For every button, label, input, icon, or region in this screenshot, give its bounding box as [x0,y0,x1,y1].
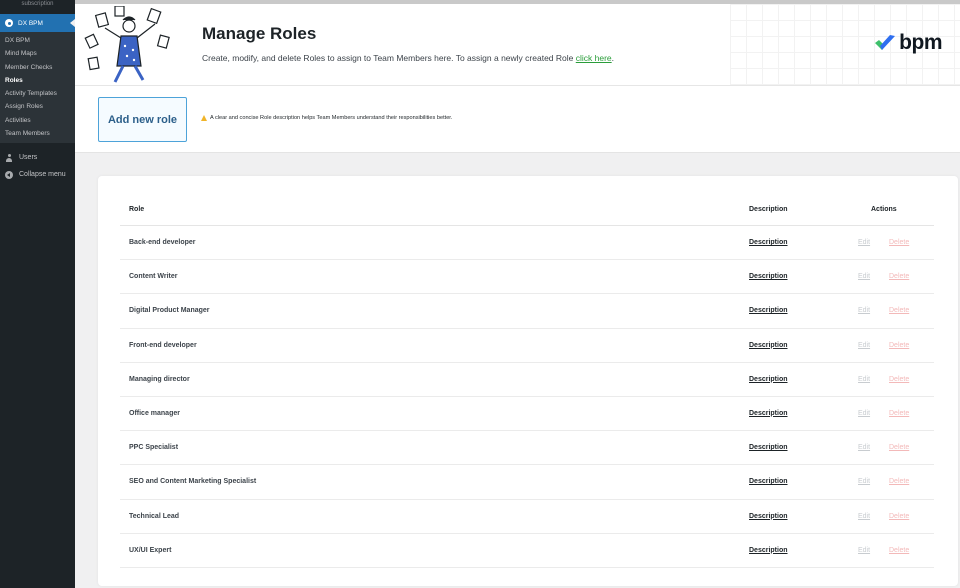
edit-link[interactable]: Edit [858,342,870,349]
delete-link[interactable]: Delete [889,513,909,520]
click-here-link[interactable]: click here [576,53,612,63]
edit-link[interactable]: Edit [858,376,870,383]
menu-users[interactable]: Users [0,149,75,166]
role-name: Front-end developer [129,341,197,349]
table-row: Managing director Description Edit Delete [120,363,934,397]
description-link[interactable]: Description [749,410,788,417]
edit-link[interactable]: Edit [858,410,870,417]
edit-link[interactable]: Edit [858,273,870,280]
menu-dx-bpm-label: DX BPM [18,19,43,27]
role-name: Managing director [129,375,190,383]
roles-table-card: Role Description Actions Back-end develo… [98,176,958,586]
role-name: PPC Specialist [129,444,179,452]
role-name: Content Writer [129,273,178,281]
description-link[interactable]: Description [749,307,788,314]
description-link[interactable]: Description [749,547,788,554]
subtitle-end: . [611,53,615,63]
submenu-item[interactable]: Mind Maps [0,47,75,60]
collapse-menu-label: Collapse menu [19,171,66,179]
add-new-role-button[interactable]: Add new role [98,97,187,142]
table-row: UX/UI Expert Description Edit Delete [120,534,934,568]
role-hint: A clear and concise Role description hel… [201,115,452,121]
collapse-menu-button[interactable]: Collapse menu [0,166,75,183]
edit-link[interactable]: Edit [858,513,870,520]
submenu-item[interactable]: Member Checks [0,61,75,74]
role-name: Back-end developer [129,239,196,246]
table-row: PPC Specialist Description Edit Delete [120,431,934,466]
page-header: Manage Roles Create, modify, and delete … [75,4,960,86]
column-header-role: Role [129,206,145,213]
table-row: Digital Product Manager Description Edit De… [120,294,934,329]
users-icon [5,153,13,162]
edit-link[interactable]: Edit [858,307,870,314]
submenu-item[interactable]: Roles [0,74,75,87]
table-row: SEO and Content Marketing Specialist Desc… [120,465,934,500]
role-hint-text: A clear and concise Role description hel… [210,115,453,121]
delete-link[interactable]: Delete [889,478,909,485]
delete-link[interactable]: Delete [889,273,909,280]
delete-link[interactable]: Delete [889,342,909,349]
delete-link[interactable]: Delete [889,307,909,314]
table-header: Role Description Actions [120,192,934,226]
table-row: Back-end developer Description Edit Delete [120,226,934,261]
delete-link[interactable]: Delete [889,239,909,246]
menu-dx-bpm[interactable]: DX BPM [0,14,75,32]
description-link[interactable]: Description [749,513,788,520]
collapse-icon [5,170,13,179]
gear-icon [5,19,13,27]
role-name: Technical Lead [129,512,180,520]
logo-text: bpm [899,31,942,54]
submenu-item[interactable]: Activity Templates [0,87,75,100]
description-link[interactable]: Description [749,478,788,485]
description-link[interactable]: Description [749,444,788,451]
delete-link[interactable]: Delete [889,547,909,554]
table-row: Content Writer Description Edit Delete [120,260,934,295]
check-logo-icon [875,35,896,50]
submenu-item[interactable]: DX BPM [0,34,75,47]
description-link[interactable]: Description [749,342,788,349]
delete-link[interactable]: Delete [889,410,909,417]
table-row: Office manager Description Edit Delete [120,397,934,432]
description-link[interactable]: Description [749,273,788,280]
description-link[interactable]: Description [749,239,788,246]
delete-link[interactable]: Delete [889,376,909,383]
roles-toolbar: Add new role A clear and concise Role de… [75,86,960,153]
role-name: SEO and Content Marketing Specialist [129,478,257,486]
role-name: Digital Product Manager [129,307,210,315]
admin-sidebar: subscription DX BPM DX BPM Mind Maps Membe… [0,0,75,588]
role-name: Office manager [129,409,180,417]
warning-icon [201,115,207,121]
page-subtitle: Create, modify, and delete Roles to assi… [202,53,614,63]
roles-table-body: Back-end developer Description Edit Delete C… [120,226,934,568]
table-row: Technical Lead Description Edit Delete [120,500,934,534]
submenu-item[interactable]: Team Members [0,127,75,140]
edit-link[interactable]: Edit [858,239,870,246]
page-title: Manage Roles [202,24,317,43]
column-header-description: Description [749,206,788,213]
subtitle-text: Create, modify, and delete Roles to assi… [202,53,574,63]
description-link[interactable]: Description [749,376,788,383]
sidebar-top-cut-label[interactable]: subscription [0,0,75,11]
edit-link[interactable]: Edit [858,444,870,451]
submenu-item[interactable]: Activities [0,114,75,127]
menu-users-label: Users [19,154,38,162]
edit-link[interactable]: Edit [858,547,870,554]
submenu-item[interactable]: Assign Roles [0,100,75,113]
delete-link[interactable]: Delete [889,444,909,451]
column-header-actions: Actions [871,206,897,213]
role-name: UX/UI Expert [129,546,172,554]
juggler-illustration [84,6,170,83]
dx-bpm-submenu: DX BPM Mind Maps Member Checks Roles Activit… [0,32,75,144]
bpm-logo: bpm [874,31,942,55]
edit-link[interactable]: Edit [858,478,870,485]
table-row: Front-end developer Description Edit Delete [120,329,934,363]
